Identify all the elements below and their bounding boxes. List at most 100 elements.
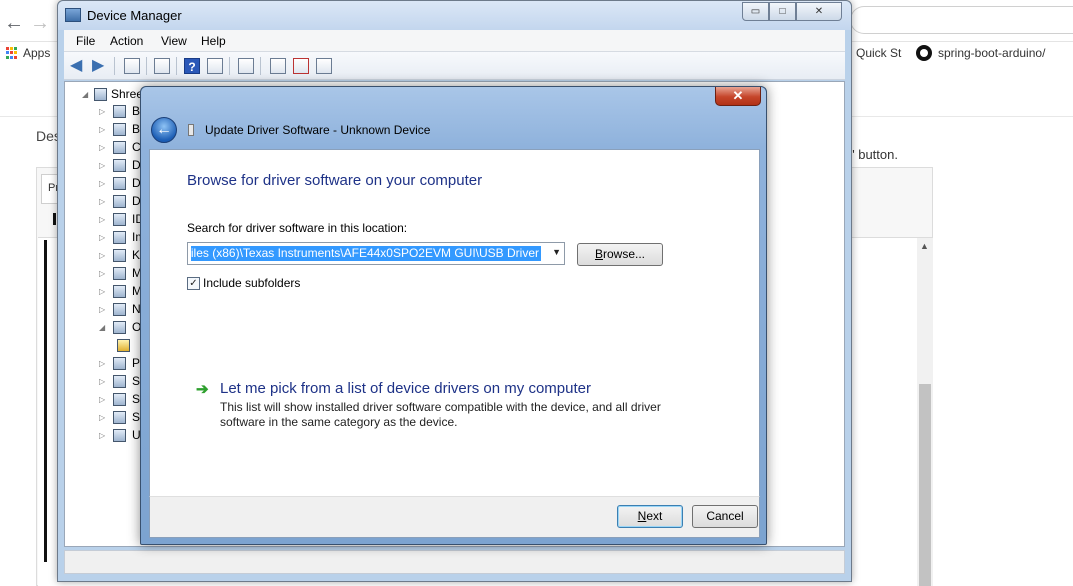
expand-icon[interactable]: ▷ (99, 377, 107, 386)
forward-icon[interactable]: ▶ (92, 58, 108, 74)
bookmark-apps[interactable]: Apps (6, 46, 50, 60)
expand-icon[interactable]: ▷ (99, 197, 107, 206)
driver-path-combobox[interactable]: C:\Program Files (x86)\Texas Instruments… (187, 242, 565, 265)
expand-icon[interactable]: ▷ (99, 251, 107, 260)
sd-host-icon (113, 374, 126, 388)
dialog-back-button[interactable]: ← (151, 117, 177, 143)
next-button[interactable]: Next (617, 505, 683, 528)
expand-icon[interactable]: ▷ (99, 269, 107, 278)
toolbar-separator (176, 57, 177, 75)
expand-icon[interactable]: ▷ (99, 413, 107, 422)
cancel-button[interactable]: Cancel (692, 505, 758, 528)
browse-label: rowse... (603, 247, 646, 261)
update-driver-dialog: ✕ ← Update Driver Software - Unknown Dev… (140, 86, 767, 545)
bookmark-apps-label: Apps (23, 46, 51, 60)
tree-item[interactable]: ▷ Sy (99, 408, 146, 426)
expand-icon[interactable]: ▷ (99, 359, 107, 368)
collapse-icon[interactable]: ◢ (99, 323, 107, 332)
expand-icon[interactable]: ▷ (99, 305, 107, 314)
scroll-up-icon[interactable]: ▲ (920, 241, 929, 251)
expand-icon[interactable]: ▷ (99, 161, 107, 170)
driver-path-input[interactable]: C:\Program Files (x86)\Texas Instruments… (191, 246, 541, 261)
collapse-icon[interactable]: ◢ (82, 90, 90, 99)
disable-device-icon[interactable] (316, 58, 332, 74)
scan-hardware-icon[interactable] (238, 58, 254, 74)
tree-item[interactable]: ▷ Di (99, 156, 143, 174)
next-label: ext (646, 509, 663, 523)
unknown-device-icon (117, 338, 130, 352)
back-icon[interactable]: ◀ (70, 58, 86, 74)
chevron-down-icon[interactable]: ▼ (552, 247, 561, 257)
tree-item[interactable]: ▷ Ur (99, 426, 145, 444)
bookmark-quick-start[interactable]: Quick St (856, 46, 901, 60)
expand-icon[interactable]: ▷ (99, 107, 107, 116)
close-button[interactable]: ✕ (796, 2, 842, 21)
minimize-button[interactable]: ▭ (742, 2, 769, 21)
menu-view[interactable]: View (161, 34, 187, 48)
page-panel-bar (44, 240, 47, 562)
pick-from-list-link[interactable]: Let me pick from a list of device driver… (220, 380, 591, 397)
menu-help[interactable]: Help (201, 34, 226, 48)
page-scrollbar-thumb[interactable] (919, 384, 931, 586)
properties-sheet-icon[interactable] (207, 58, 223, 74)
expand-icon[interactable]: ▷ (99, 287, 107, 296)
bookmark-spring-boot-arduino[interactable]: spring-boot-arduino/ (916, 45, 1045, 61)
tree-item[interactable] (117, 336, 130, 354)
include-subfolders-label[interactable]: Include subfolders (203, 276, 300, 290)
driver-path-value: C:\Program Files (x86)\Texas Instruments… (191, 246, 539, 260)
usb-icon (113, 428, 126, 442)
properties-icon[interactable] (154, 58, 170, 74)
bookmark-spring-label: spring-boot-arduino/ (938, 46, 1046, 60)
dialog-close-button[interactable]: ✕ (715, 87, 761, 106)
tree-item[interactable]: ▷ Mi (99, 264, 145, 282)
apps-grid-icon (6, 47, 18, 59)
browse-button[interactable]: Browse... (577, 243, 663, 266)
address-bar[interactable] (850, 6, 1073, 34)
bluetooth-icon (113, 122, 126, 136)
include-subfolders-checkbox[interactable]: ✓ (187, 277, 200, 290)
toolbar-separator (114, 57, 115, 75)
monitor-icon (113, 284, 126, 298)
tree-item[interactable]: ▷ Im (99, 228, 145, 246)
expand-icon[interactable]: ▷ (99, 143, 107, 152)
imaging-icon (113, 230, 126, 244)
page-panel-marker (53, 213, 56, 225)
device-manager-title: Device Manager (87, 8, 182, 23)
maximize-button[interactable]: □ (769, 2, 796, 21)
expand-icon[interactable]: ▷ (99, 215, 107, 224)
expand-icon[interactable]: ▷ (99, 431, 107, 440)
tree-item[interactable]: ◢ Ot (99, 318, 145, 336)
github-icon (916, 45, 932, 61)
tree-item[interactable]: ▷ Bl (99, 120, 143, 138)
tree-item[interactable]: ▷ Pr (99, 354, 144, 372)
display-icon (113, 176, 126, 190)
expand-icon[interactable]: ▷ (99, 125, 107, 134)
tree-item[interactable]: ▷ ID (99, 210, 144, 228)
device-manager-menubar: File Action View Help (64, 30, 845, 52)
uninstall-icon[interactable] (293, 58, 309, 74)
other-devices-icon (113, 320, 126, 334)
device-manager-titlebar[interactable]: Device Manager ▭ □ ✕ (58, 1, 851, 30)
processor-icon (113, 356, 126, 370)
tree-root[interactable]: ◢ Shree (82, 87, 143, 101)
update-driver-icon[interactable] (270, 58, 286, 74)
dvd-icon (113, 194, 126, 208)
menu-file[interactable]: File (76, 34, 95, 48)
dialog-footer: Next Cancel (149, 496, 760, 538)
show-hide-tree-icon[interactable] (124, 58, 140, 74)
tree-item[interactable]: ▷ Di (99, 174, 143, 192)
computer-icon (94, 87, 107, 101)
expand-icon[interactable]: ▷ (99, 395, 107, 404)
forward-arrow-icon[interactable]: → (30, 12, 50, 35)
system-icon (113, 410, 126, 424)
back-arrow-icon[interactable]: ← (4, 12, 24, 35)
menu-action[interactable]: Action (110, 34, 143, 48)
expand-icon[interactable]: ▷ (99, 233, 107, 242)
dialog-body: Browse for driver software on your compu… (149, 149, 760, 496)
mouse-icon (113, 266, 126, 280)
device-manager-statusbar (64, 550, 845, 574)
search-location-label: Search for driver software in this locat… (187, 221, 408, 235)
help-icon[interactable]: ? (184, 58, 200, 74)
tree-root-label: Shree (111, 87, 144, 101)
expand-icon[interactable]: ▷ (99, 179, 107, 188)
